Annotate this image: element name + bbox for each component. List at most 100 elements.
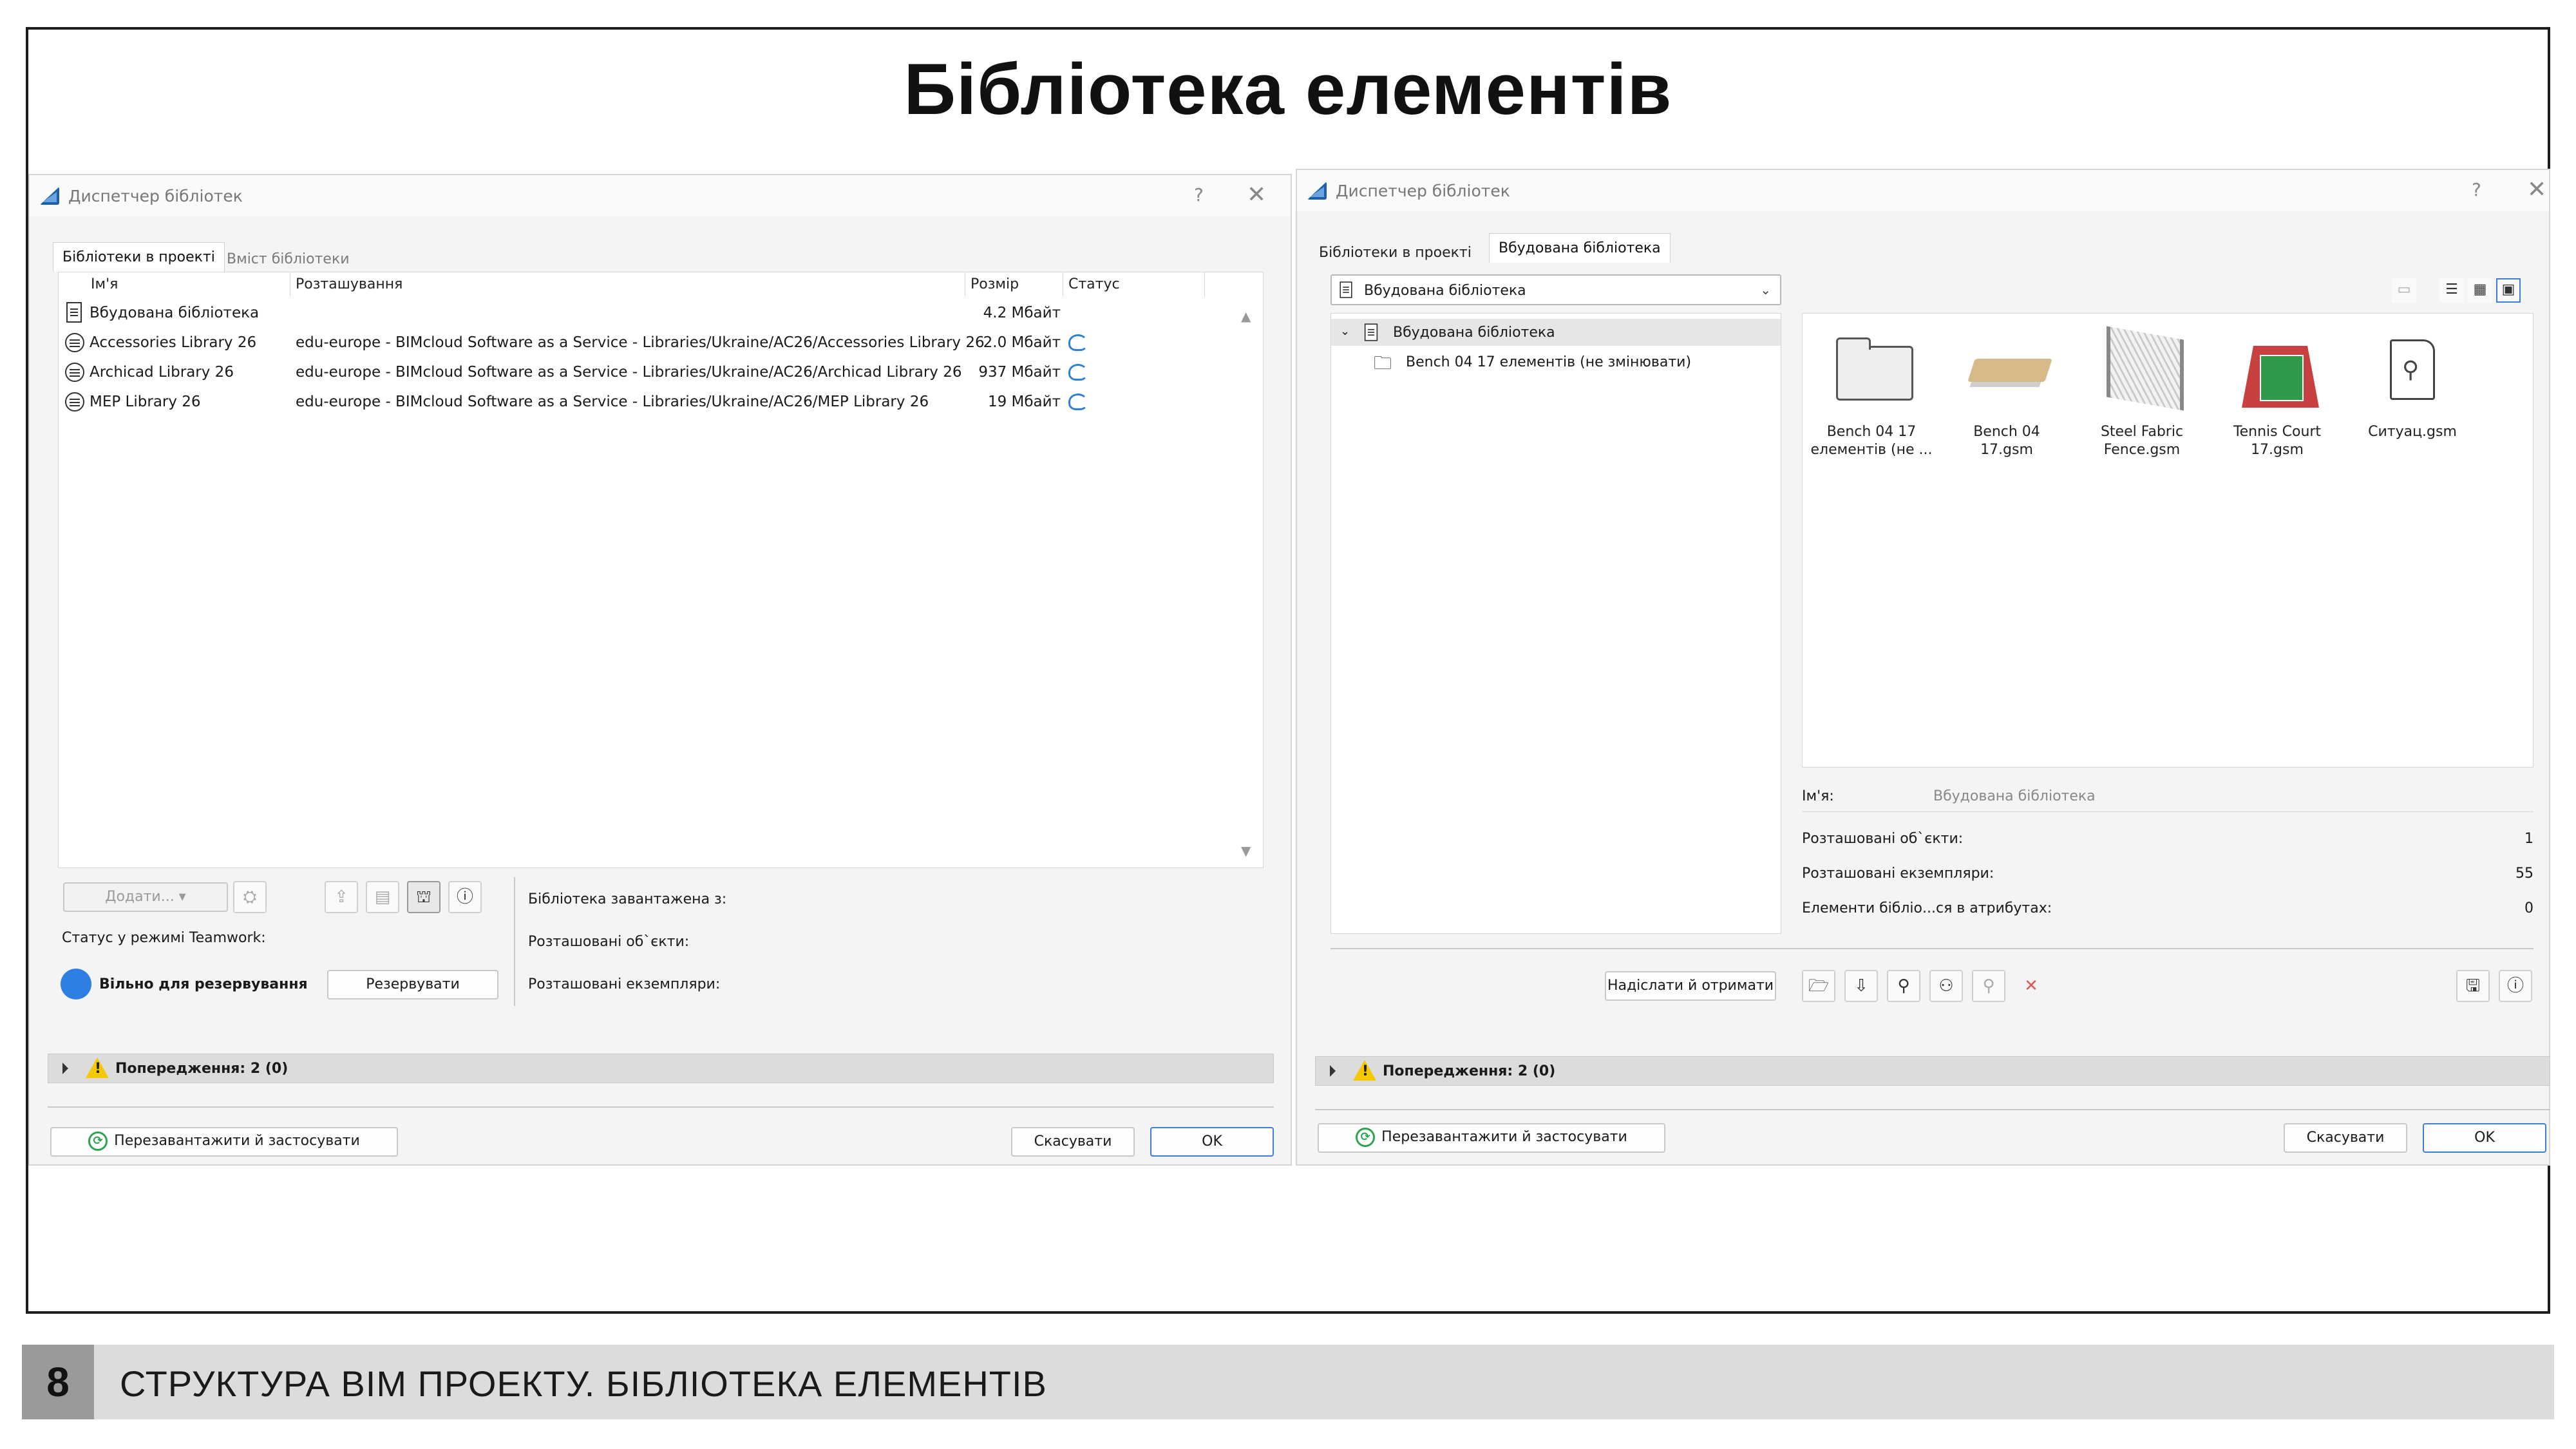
library-icon [65,333,84,352]
chevron-down-icon: ⌄ [1340,325,1350,338]
placed-instances-label: Розташовані екземпляри: [528,976,721,992]
warnings-label: Попередження: 2 (0) [1383,1063,1556,1079]
tree-item-embedded-library[interactable]: ⌄ Вбудована бібліотека [1331,319,1781,346]
placed-instances-label: Розташовані екземпляри: [1802,866,1994,882]
folder-icon: 🗀 [1374,352,1392,374]
thumbnail-caption: Bench 04 17 елементів (не ... [1810,424,1933,458]
reload-and-apply-button[interactable]: ⟳ Перезавантажити й застосувати [1318,1123,1665,1153]
tab-embedded-library[interactable]: Вбудована бібліотека [1489,233,1671,263]
reload-button-label: Перезавантажити й застосувати [1381,1129,1627,1145]
library-location: edu-europe - BIMcloud Software as a Serv… [296,334,985,351]
cancel-button[interactable]: Скасувати [1011,1127,1135,1157]
add-objects-icon[interactable]: ⚇ [1929,970,1963,1002]
placed-objects-label: Розташовані об`єкти: [1802,831,1964,847]
library-name: Archicad Library 26 [90,364,234,381]
grid-view-icon[interactable]: ▦ [2468,278,2492,303]
library-size: 2.0 Мбайт [983,334,1061,351]
column-header-status[interactable]: Статус [1063,272,1205,297]
dialog-title: Диспетчер бібліотек [68,187,243,205]
move-object-icon[interactable]: ⚲ [1972,970,2005,1002]
folder-view-icon[interactable]: ▭ [2392,278,2416,303]
warnings-bar[interactable]: Попередження: 2 (0) [1315,1056,2550,1086]
thumbnail-caption: Tennis Court 17.gsm [2233,424,2322,458]
library-select-dropdown[interactable]: Вбудована бібліотека ⌄ [1331,274,1781,305]
tree-item-label: Bench 04 17 елементів (не змінювати) [1406,354,1692,370]
cancel-button[interactable]: Скасувати [2284,1123,2407,1153]
upload-library-icon[interactable]: ⇪ [325,881,358,913]
import-folder-icon[interactable]: ⇩ [1844,970,1878,1002]
placed-instances-value: 55 [2515,866,2533,882]
archicad-app-icon [1307,182,1327,200]
close-icon[interactable]: ✕ [1247,182,1266,208]
list-view-icon[interactable]: ☰ [2439,278,2464,303]
cloud-sync-icon [1068,393,1088,410]
bimcloud-library-icon[interactable]: ⛫ [407,881,440,913]
library-list-panel: Ім'я Розташування Розмір Статус Вбудован… [58,272,1264,868]
reload-and-apply-button[interactable]: ⟳ Перезавантажити й застосувати [50,1127,398,1157]
tab-library-content[interactable]: Вміст бібліотеки [218,245,359,274]
library-name: Вбудована бібліотека [90,305,260,321]
info-icon[interactable]: ⓘ [448,881,482,913]
scroll-down-arrow[interactable]: ▼ [1241,843,1251,858]
send-and-receive-button[interactable]: Надіслати й отримати [1605,971,1776,1001]
column-header-location[interactable]: Розташування [290,272,965,297]
library-location: edu-europe - BIMcloud Software as a Serv… [296,364,962,381]
ok-button[interactable]: OK [1150,1127,1274,1157]
dialog-titlebar[interactable]: Диспетчер бібліотек ? ✕ [30,175,1291,216]
attribute-elements-value: 0 [2524,900,2533,916]
column-header-name[interactable]: Ім'я [59,272,290,297]
library-tree-panel: ⌄ Вбудована бібліотека 🗀 Bench 04 17 еле… [1331,313,1781,934]
column-header-size[interactable]: Розмір [965,272,1063,297]
delete-icon[interactable]: ✕ [2014,970,2048,1002]
library-size: 937 Мбайт [978,364,1061,381]
dialog-title: Диспетчер бібліотек [1336,182,1510,200]
add-library-dropdown-button[interactable]: Додати... ▾ [63,882,228,912]
info-icon[interactable]: ⓘ [2499,970,2532,1002]
footer-band: 8 СТРУКТУРА ВІМ ПРОЕКТУ. БІБЛІОТЕКА ЕЛЕМ… [22,1345,2554,1419]
add-object-icon[interactable]: ⚲ [1887,970,1920,1002]
help-icon[interactable]: ? [2472,179,2481,200]
library-row[interactable]: Accessories Library 26 edu-europe - BIMc… [59,328,1263,357]
library-loaded-from-label: Бібліотека завантажена з: [528,891,727,907]
tab-libraries-in-project[interactable]: Бібліотеки в проекті [53,242,225,272]
dialog-titlebar[interactable]: Диспетчер бібліотек ? ✕ [1297,170,2549,211]
warnings-bar[interactable]: Попередження: 2 (0) [48,1054,1274,1083]
reserve-button[interactable]: Резервувати [327,970,498,999]
help-icon[interactable]: ? [1194,184,1204,205]
large-icon-view-icon[interactable]: ▣ [2496,278,2521,303]
slide-number: 8 [22,1345,94,1419]
add-button-label: Додати... [105,889,175,905]
library-row[interactable]: MEP Library 26 edu-europe - BIMcloud Sof… [59,387,1263,417]
tennis-court-icon [2242,346,2319,408]
placed-objects-value: 1 [2524,831,2533,847]
library-icon [65,363,84,382]
library-settings-icon[interactable]: ⛭ [233,881,267,913]
placed-objects-label: Розташовані об`єкти: [528,934,690,950]
bench-icon [1967,359,2052,382]
library-manager-dialog-right: Диспетчер бібліотек ? ✕ Бібліотеки в про… [1296,169,2550,1166]
warning-icon [86,1057,109,1078]
slide-title: Бібліотека елементів [904,49,1672,129]
library-row[interactable]: Вбудована бібліотека 4.2 Мбайт [59,298,1263,328]
tab-libraries-in-project[interactable]: Бібліотеки в проекті [1310,238,1481,267]
vertical-divider [514,877,515,1006]
scroll-up-arrow[interactable]: ▲ [1241,308,1251,324]
separator [1802,811,2533,812]
new-folder-icon[interactable]: 🗁 [1802,970,1835,1002]
library-name: Accessories Library 26 [90,334,257,351]
tree-item-bench-folder[interactable]: 🗀 Bench 04 17 елементів (не змінювати) [1331,348,1781,375]
document-list-icon[interactable]: ▤ [366,881,399,913]
library-name: MEP Library 26 [90,393,201,410]
document-icon [1340,281,1352,298]
attribute-elements-label: Елементи бібліо...ся в атрибутах: [1802,900,2052,916]
column-header-name-label: Ім'я [91,276,118,292]
refresh-icon: ⟳ [1356,1128,1376,1147]
status-dot-icon [61,969,91,999]
archicad-app-icon [40,187,59,205]
save-icon[interactable]: 🖫 [2456,970,2490,1002]
library-row[interactable]: Archicad Library 26 edu-europe - BIMclou… [59,357,1263,387]
ok-button[interactable]: OK [2423,1123,2546,1153]
name-value: Вбудована бібліотека [1933,788,2096,804]
close-icon[interactable]: ✕ [2527,176,2546,203]
teamwork-status-label: Статус у режимі Teamwork: [62,930,266,946]
